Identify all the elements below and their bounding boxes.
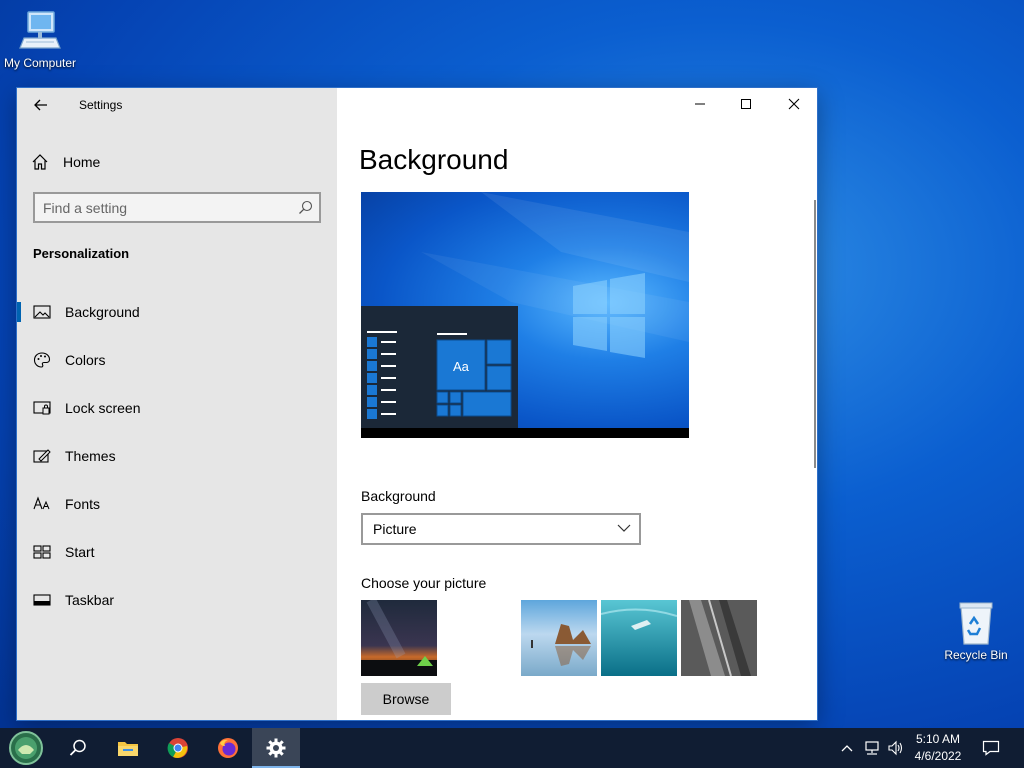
background-label: Background [361, 488, 436, 504]
sidebar-item-label: Themes [65, 448, 116, 464]
sidebar-item-lock-screen[interactable]: Lock screen [17, 384, 337, 432]
chevron-up-icon [841, 745, 853, 752]
notifications-button[interactable] [978, 728, 1004, 768]
volume-tray-button[interactable] [884, 728, 908, 768]
network-icon [865, 741, 879, 755]
sidebar-item-start[interactable]: Start [17, 528, 337, 576]
content-pane: Background Aa Background Picture Choose … [337, 88, 817, 720]
home-label: Home [63, 154, 101, 170]
maximize-button[interactable] [723, 88, 769, 120]
search-box[interactable] [33, 192, 321, 223]
file-explorer-icon [118, 742, 138, 756]
taskbar-settings[interactable] [252, 728, 300, 768]
start-icon [33, 543, 51, 561]
taskbar-file-explorer[interactable] [104, 728, 152, 768]
my-computer-desktop-icon[interactable]: My Computer [0, 8, 80, 70]
home-icon [32, 154, 48, 170]
sidebar-item-label: Taskbar [65, 592, 115, 608]
settings-window: Settings Home Personalization Background [17, 88, 817, 720]
maximize-icon [741, 99, 751, 109]
picture-icon [33, 303, 51, 321]
sidebar-item-label: Start [65, 544, 95, 560]
window-title: Settings [79, 98, 123, 112]
section-title: Personalization [33, 246, 130, 261]
sidebar-item-label: Colors [65, 352, 106, 368]
taskbar-chrome[interactable] [154, 728, 202, 768]
taskbar-clock[interactable]: 5:10 AM 4/6/2022 [906, 731, 970, 765]
taskbar-icon [33, 591, 51, 609]
firefox-icon [218, 738, 238, 758]
search-input[interactable] [43, 199, 283, 217]
back-button[interactable] [29, 94, 53, 116]
network-tray-button[interactable] [860, 728, 884, 768]
taskbar-firefox[interactable] [204, 728, 252, 768]
lock-screen-icon [33, 399, 51, 417]
background-dropdown[interactable]: Picture [361, 513, 641, 545]
show-hidden-icons-button[interactable] [836, 728, 858, 768]
page-title: Background [359, 144, 509, 175]
settings-icon [266, 738, 286, 758]
recycle-bin-desktop-icon[interactable]: Recycle Bin [936, 600, 1016, 662]
sidebar-item-label: Lock screen [65, 400, 141, 416]
back-arrow-icon [34, 99, 47, 111]
sidebar-item-themes[interactable]: Themes [17, 432, 337, 480]
speaker-icon [888, 740, 903, 756]
palette-icon [33, 351, 51, 369]
background-dropdown-value: Picture [373, 521, 417, 537]
minimize-icon [695, 103, 705, 105]
sidebar-item-background[interactable]: Background [17, 288, 337, 336]
sidebar-item-colors[interactable]: Colors [17, 336, 337, 384]
desktop-icon-label: Recycle Bin [944, 648, 1008, 662]
themes-icon [33, 447, 51, 465]
preview-tile-text: Aa [453, 359, 470, 374]
clock-time: 5:10 AM [915, 732, 961, 746]
taskbar: 5:10 AM 4/6/2022 [0, 728, 1024, 768]
computer-icon [16, 8, 64, 54]
home-link[interactable]: Home [31, 148, 100, 176]
sidebar-item-label: Background [65, 304, 140, 320]
clock-date: 4/6/2022 [914, 749, 962, 763]
search-icon [69, 739, 86, 756]
sidebar-item-label: Fonts [65, 496, 101, 512]
notification-icon [982, 740, 1000, 756]
background-preview: Aa [361, 192, 689, 438]
chevron-down-icon [617, 524, 631, 532]
sidebar-item-fonts[interactable]: Fonts [17, 480, 337, 528]
sidebar-nav: Background Colors Lock screen Themes Fon… [17, 288, 337, 624]
sidebar: Settings Home Personalization Background [17, 88, 337, 720]
recycle-bin-icon [952, 600, 1000, 646]
close-icon [788, 98, 800, 110]
search-icon [299, 200, 313, 214]
start-orb-icon [9, 731, 43, 765]
choose-picture-label: Choose your picture [361, 575, 487, 591]
desktop-icon-label: My Computer [3, 56, 77, 70]
scrollbar[interactable] [814, 200, 816, 468]
picture-thumb-underwater[interactable] [601, 600, 677, 676]
picture-thumb-beach[interactable] [521, 600, 597, 676]
title-bar[interactable]: Settings [17, 88, 337, 120]
picture-thumb-night-sky[interactable] [361, 600, 437, 676]
start-button[interactable] [2, 728, 50, 768]
browse-button[interactable]: Browse [361, 683, 451, 715]
sidebar-item-taskbar[interactable]: Taskbar [17, 576, 337, 624]
picture-thumb-rock-cliff[interactable] [681, 600, 757, 676]
close-button[interactable] [771, 88, 817, 120]
fonts-icon [33, 495, 51, 513]
minimize-button[interactable] [677, 88, 723, 120]
taskbar-search-button[interactable] [54, 728, 102, 768]
chrome-icon [167, 738, 188, 758]
